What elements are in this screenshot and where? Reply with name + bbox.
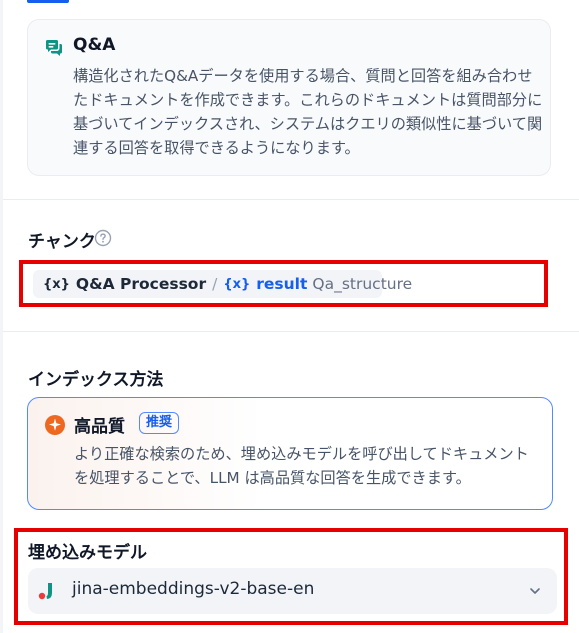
active-tab-indicator [27,0,69,3]
left-border [0,0,3,633]
sparkle-icon [45,415,65,435]
index-method-label: インデックス方法 [28,370,164,390]
selected-model-name: jina-embeddings-v2-base-en [72,579,315,599]
section-divider [3,199,579,200]
chevron-down-icon[interactable] [527,583,543,599]
section-divider [3,331,579,332]
variable-field-icon: {x} [223,276,251,292]
embedding-model-label: 埋め込みモデル [28,543,147,563]
chat-bubble-icon [46,40,62,56]
variable-node-name: Q&A Processor [75,275,207,293]
variable-field-name: result [256,275,308,293]
embedding-model-select[interactable]: jina-embeddings-v2-base-en [28,568,557,614]
embedding-model-section: 埋め込みモデル jina-embeddings-v2-base-en [14,528,568,625]
chunk-variable-field[interactable]: {x} Q&A Processor / {x} result Qa_struct… [19,260,548,307]
high-quality-option[interactable]: 高品質 推奨 より正確な検索のため、埋め込みモデルを呼び出してドキュメントを処理… [27,397,553,510]
variable-separator: / [212,275,218,293]
jina-logo-icon [38,583,52,600]
qa-title: Q&A [73,35,116,55]
high-quality-title: 高品質 [74,417,125,437]
qa-description: 構造化されたQ&Aデータを使用する場合、質問と回答を組み合わせたドキュメントを作… [73,67,543,157]
variable-tag[interactable]: {x} Q&A Processor / {x} result Qa_struct… [33,270,412,298]
help-circle-icon[interactable] [94,229,112,247]
recommended-badge: 推奨 [139,412,180,434]
high-quality-description: より正確な検索のため、埋め込みモデルを呼び出してドキュメントを処理することで、L… [74,445,529,487]
variable-icon: {x} [43,276,70,292]
chunk-label: チャンク [28,232,96,252]
qa-chunk-mode-card[interactable]: Q&A 構造化されたQ&Aデータを使用する場合、質問と回答を組み合わせたドキュメ… [27,19,551,176]
variable-type: Qa_structure [312,275,413,293]
